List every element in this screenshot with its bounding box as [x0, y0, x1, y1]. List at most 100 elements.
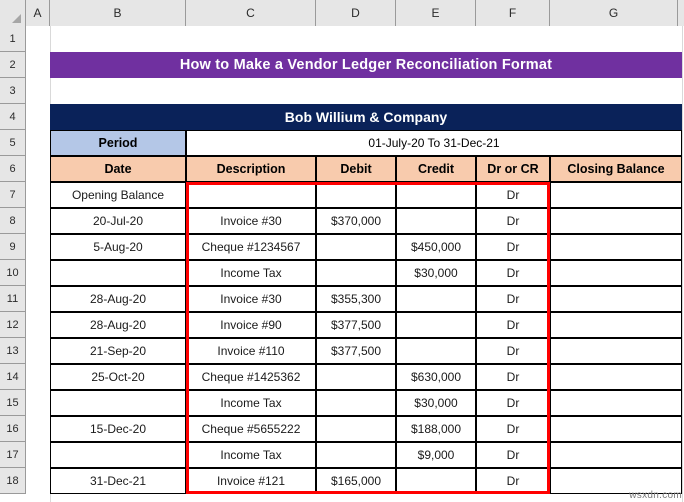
cell-description-row-11[interactable]: Invoice #30 — [186, 286, 316, 312]
cell-description-row-7[interactable] — [186, 182, 316, 208]
period-value: 01-July-20 To 31-Dec-21 — [186, 130, 682, 156]
cell-dr-or-cr-row-14[interactable]: Dr — [476, 364, 550, 390]
cell-description-row-17[interactable]: Income Tax — [186, 442, 316, 468]
cell-credit-row-18[interactable] — [396, 468, 476, 494]
row-header-11[interactable]: 11 — [0, 286, 25, 312]
cell-closing-balance-row-9[interactable] — [550, 234, 682, 260]
cell-dr-or-cr-row-18[interactable]: Dr — [476, 468, 550, 494]
column-header-e[interactable]: E — [396, 0, 476, 26]
row-header-16[interactable]: 16 — [0, 416, 25, 442]
cell-closing-balance-row-10[interactable] — [550, 260, 682, 286]
column-header-c[interactable]: C — [186, 0, 316, 26]
table-header-credit: Credit — [396, 156, 476, 182]
row-header-10[interactable]: 10 — [0, 260, 25, 286]
row-header-15[interactable]: 15 — [0, 390, 25, 416]
cell-closing-balance-row-7[interactable] — [550, 182, 682, 208]
cell-closing-balance-row-8[interactable] — [550, 208, 682, 234]
cell-credit-row-9[interactable]: $450,000 — [396, 234, 476, 260]
cell-debit-row-12[interactable]: $377,500 — [316, 312, 396, 338]
row-header-4[interactable]: 4 — [0, 104, 25, 130]
cell-description-row-18[interactable]: Invoice #121 — [186, 468, 316, 494]
cell-description-row-8[interactable]: Invoice #30 — [186, 208, 316, 234]
row-header-18[interactable]: 18 — [0, 468, 25, 494]
column-header-d[interactable]: D — [316, 0, 396, 26]
cell-date-row-9[interactable]: 5-Aug-20 — [50, 234, 186, 260]
cell-closing-balance-row-17[interactable] — [550, 442, 682, 468]
row-header-7[interactable]: 7 — [0, 182, 25, 208]
cell-closing-balance-row-14[interactable] — [550, 364, 682, 390]
cell-date-row-17[interactable] — [50, 442, 186, 468]
row-header-9[interactable]: 9 — [0, 234, 25, 260]
cell-debit-row-9[interactable] — [316, 234, 396, 260]
cell-description-row-9[interactable]: Cheque #1234567 — [186, 234, 316, 260]
cell-debit-row-7[interactable] — [316, 182, 396, 208]
cell-dr-or-cr-row-11[interactable]: Dr — [476, 286, 550, 312]
cell-debit-row-18[interactable]: $165,000 — [316, 468, 396, 494]
cell-credit-row-15[interactable]: $30,000 — [396, 390, 476, 416]
row-header-17[interactable]: 17 — [0, 442, 25, 468]
cell-dr-or-cr-row-10[interactable]: Dr — [476, 260, 550, 286]
cell-debit-row-8[interactable]: $370,000 — [316, 208, 396, 234]
cell-date-row-7[interactable]: Opening Balance — [50, 182, 186, 208]
cell-description-row-15[interactable]: Income Tax — [186, 390, 316, 416]
cell-debit-row-11[interactable]: $355,300 — [316, 286, 396, 312]
cell-closing-balance-row-16[interactable] — [550, 416, 682, 442]
cell-date-row-8[interactable]: 20-Jul-20 — [50, 208, 186, 234]
cell-debit-row-13[interactable]: $377,500 — [316, 338, 396, 364]
cell-date-row-11[interactable]: 28-Aug-20 — [50, 286, 186, 312]
cell-credit-row-11[interactable] — [396, 286, 476, 312]
cell-description-row-16[interactable]: Cheque #5655222 — [186, 416, 316, 442]
row-header-12[interactable]: 12 — [0, 312, 25, 338]
cell-description-row-14[interactable]: Cheque #1425362 — [186, 364, 316, 390]
cell-dr-or-cr-row-7[interactable]: Dr — [476, 182, 550, 208]
cell-dr-or-cr-row-17[interactable]: Dr — [476, 442, 550, 468]
cell-dr-or-cr-row-12[interactable]: Dr — [476, 312, 550, 338]
cell-credit-row-12[interactable] — [396, 312, 476, 338]
column-header-a[interactable]: A — [26, 0, 50, 26]
column-header-h[interactable] — [678, 0, 684, 26]
row-header-14[interactable]: 14 — [0, 364, 25, 390]
cell-date-row-13[interactable]: 21-Sep-20 — [50, 338, 186, 364]
cell-credit-row-7[interactable] — [396, 182, 476, 208]
cell-debit-row-17[interactable] — [316, 442, 396, 468]
row-header-5[interactable]: 5 — [0, 130, 25, 156]
cell-dr-or-cr-row-16[interactable]: Dr — [476, 416, 550, 442]
cell-closing-balance-row-13[interactable] — [550, 338, 682, 364]
cell-credit-row-14[interactable]: $630,000 — [396, 364, 476, 390]
cell-date-row-18[interactable]: 31-Dec-21 — [50, 468, 186, 494]
cell-dr-or-cr-row-8[interactable]: Dr — [476, 208, 550, 234]
cell-closing-balance-row-11[interactable] — [550, 286, 682, 312]
row-header-1[interactable]: 1 — [0, 26, 25, 52]
cell-credit-row-8[interactable] — [396, 208, 476, 234]
cell-dr-or-cr-row-13[interactable]: Dr — [476, 338, 550, 364]
cell-date-row-10[interactable] — [50, 260, 186, 286]
cell-dr-or-cr-row-15[interactable]: Dr — [476, 390, 550, 416]
cell-date-row-14[interactable]: 25-Oct-20 — [50, 364, 186, 390]
cell-description-row-13[interactable]: Invoice #110 — [186, 338, 316, 364]
cell-date-row-16[interactable]: 15-Dec-20 — [50, 416, 186, 442]
cell-date-row-15[interactable] — [50, 390, 186, 416]
cell-description-row-12[interactable]: Invoice #90 — [186, 312, 316, 338]
column-header-b[interactable]: B — [50, 0, 186, 26]
cell-credit-row-17[interactable]: $9,000 — [396, 442, 476, 468]
cell-dr-or-cr-row-9[interactable]: Dr — [476, 234, 550, 260]
row-header-13[interactable]: 13 — [0, 338, 25, 364]
cell-date-row-12[interactable]: 28-Aug-20 — [50, 312, 186, 338]
cell-credit-row-10[interactable]: $30,000 — [396, 260, 476, 286]
cell-credit-row-13[interactable] — [396, 338, 476, 364]
row-header-8[interactable]: 8 — [0, 208, 25, 234]
cell-closing-balance-row-15[interactable] — [550, 390, 682, 416]
row-header-2[interactable]: 2 — [0, 52, 25, 78]
cell-debit-row-10[interactable] — [316, 260, 396, 286]
row-header-3[interactable]: 3 — [0, 78, 25, 104]
cell-debit-row-16[interactable] — [316, 416, 396, 442]
cell-debit-row-14[interactable] — [316, 364, 396, 390]
cell-debit-row-15[interactable] — [316, 390, 396, 416]
row-header-6[interactable]: 6 — [0, 156, 25, 182]
column-header-f[interactable]: F — [476, 0, 550, 26]
cell-description-row-10[interactable]: Income Tax — [186, 260, 316, 286]
cell-closing-balance-row-12[interactable] — [550, 312, 682, 338]
column-header-g[interactable]: G — [550, 0, 678, 26]
cell-credit-row-16[interactable]: $188,000 — [396, 416, 476, 442]
select-all-corner[interactable] — [0, 0, 26, 26]
